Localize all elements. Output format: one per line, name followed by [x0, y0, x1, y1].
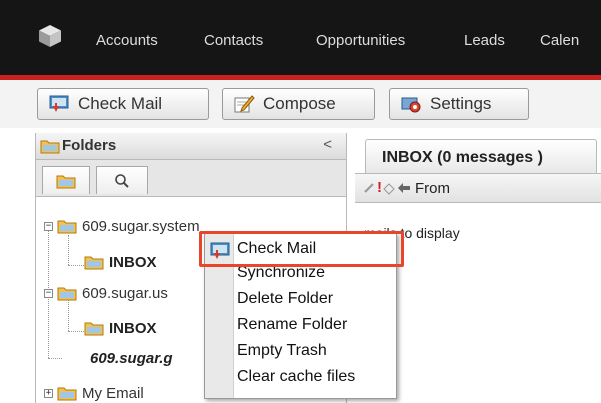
nav-contacts[interactable]: Contacts: [204, 32, 263, 49]
compose-button[interactable]: Compose: [222, 88, 375, 120]
tree-guide-line: [68, 331, 84, 332]
tree-item-609-sugar-system[interactable]: 609.sugar.system: [82, 218, 200, 235]
settings-button[interactable]: Settings: [389, 88, 529, 120]
tab-search[interactable]: [96, 166, 148, 194]
tree-item-609-sugar-user[interactable]: 609.sugar.us: [82, 285, 168, 302]
importance-icon[interactable]: !: [377, 179, 382, 196]
sugar-cube-logo-icon[interactable]: [38, 24, 62, 48]
folder-icon: [57, 220, 77, 234]
top-navigation-bar: Accounts Contacts Opportunities Leads Ca…: [0, 0, 601, 80]
check-mail-icon: [49, 95, 69, 112]
nav-calendar[interactable]: Calen: [540, 32, 579, 49]
check-mail-button[interactable]: Check Mail: [37, 88, 209, 120]
tab-inbox[interactable]: INBOX (0 messages ): [365, 139, 597, 173]
settings-icon: [401, 97, 421, 113]
check-mail-label: Check Mail: [78, 94, 163, 113]
tree-item-609-sugar-group[interactable]: 609.sugar.g: [90, 350, 173, 367]
collapse-panel-button[interactable]: <: [323, 136, 332, 153]
status-sort-icon[interactable]: [383, 183, 395, 195]
check-mail-highlight-box: [199, 231, 404, 267]
folders-title: Folders: [62, 137, 117, 154]
column-from[interactable]: From: [415, 180, 450, 197]
tree-guide-line: [48, 358, 62, 359]
reply-forward-icon[interactable]: [397, 182, 411, 194]
menu-item-empty-trash[interactable]: Empty Trash: [237, 342, 327, 360]
compose-icon: [234, 95, 255, 113]
nav-accounts[interactable]: Accounts: [96, 32, 158, 49]
menu-item-clear-cache[interactable]: Clear cache files: [237, 368, 355, 386]
folder-icon: [40, 140, 60, 154]
nav-leads[interactable]: Leads: [464, 32, 505, 49]
email-toolbar: Check Mail Compose Settings: [0, 80, 601, 128]
compose-label: Compose: [263, 94, 336, 113]
pencil-icon[interactable]: [363, 182, 375, 194]
folder-icon: [84, 256, 104, 270]
settings-label: Settings: [430, 94, 492, 113]
tab-folders[interactable]: [42, 166, 90, 194]
folder-tabs: [36, 160, 346, 197]
folder-icon: [57, 287, 77, 301]
expand-toggle[interactable]: −: [44, 289, 53, 298]
message-grid-header: ! From: [355, 173, 601, 203]
folder-icon: [84, 322, 104, 336]
search-icon: [115, 173, 129, 188]
folder-icon: [57, 387, 77, 401]
tree-item-my-email[interactable]: My Email: [82, 385, 144, 402]
tree-item-inbox[interactable]: INBOX: [109, 320, 157, 337]
tree-item-inbox[interactable]: INBOX: [109, 254, 157, 271]
tree-guide-line: [68, 300, 69, 331]
expand-toggle[interactable]: +: [44, 389, 53, 398]
folders-header: Folders <: [36, 133, 346, 160]
tree-guide-line: [68, 265, 84, 266]
folder-tab-icon: [56, 175, 76, 188]
nav-opportunities[interactable]: Opportunities: [316, 32, 405, 49]
menu-item-delete-folder[interactable]: Delete Folder: [237, 290, 333, 308]
menu-item-rename-folder[interactable]: Rename Folder: [237, 316, 347, 334]
expand-toggle[interactable]: −: [44, 222, 53, 231]
tree-guide-line: [68, 235, 69, 265]
